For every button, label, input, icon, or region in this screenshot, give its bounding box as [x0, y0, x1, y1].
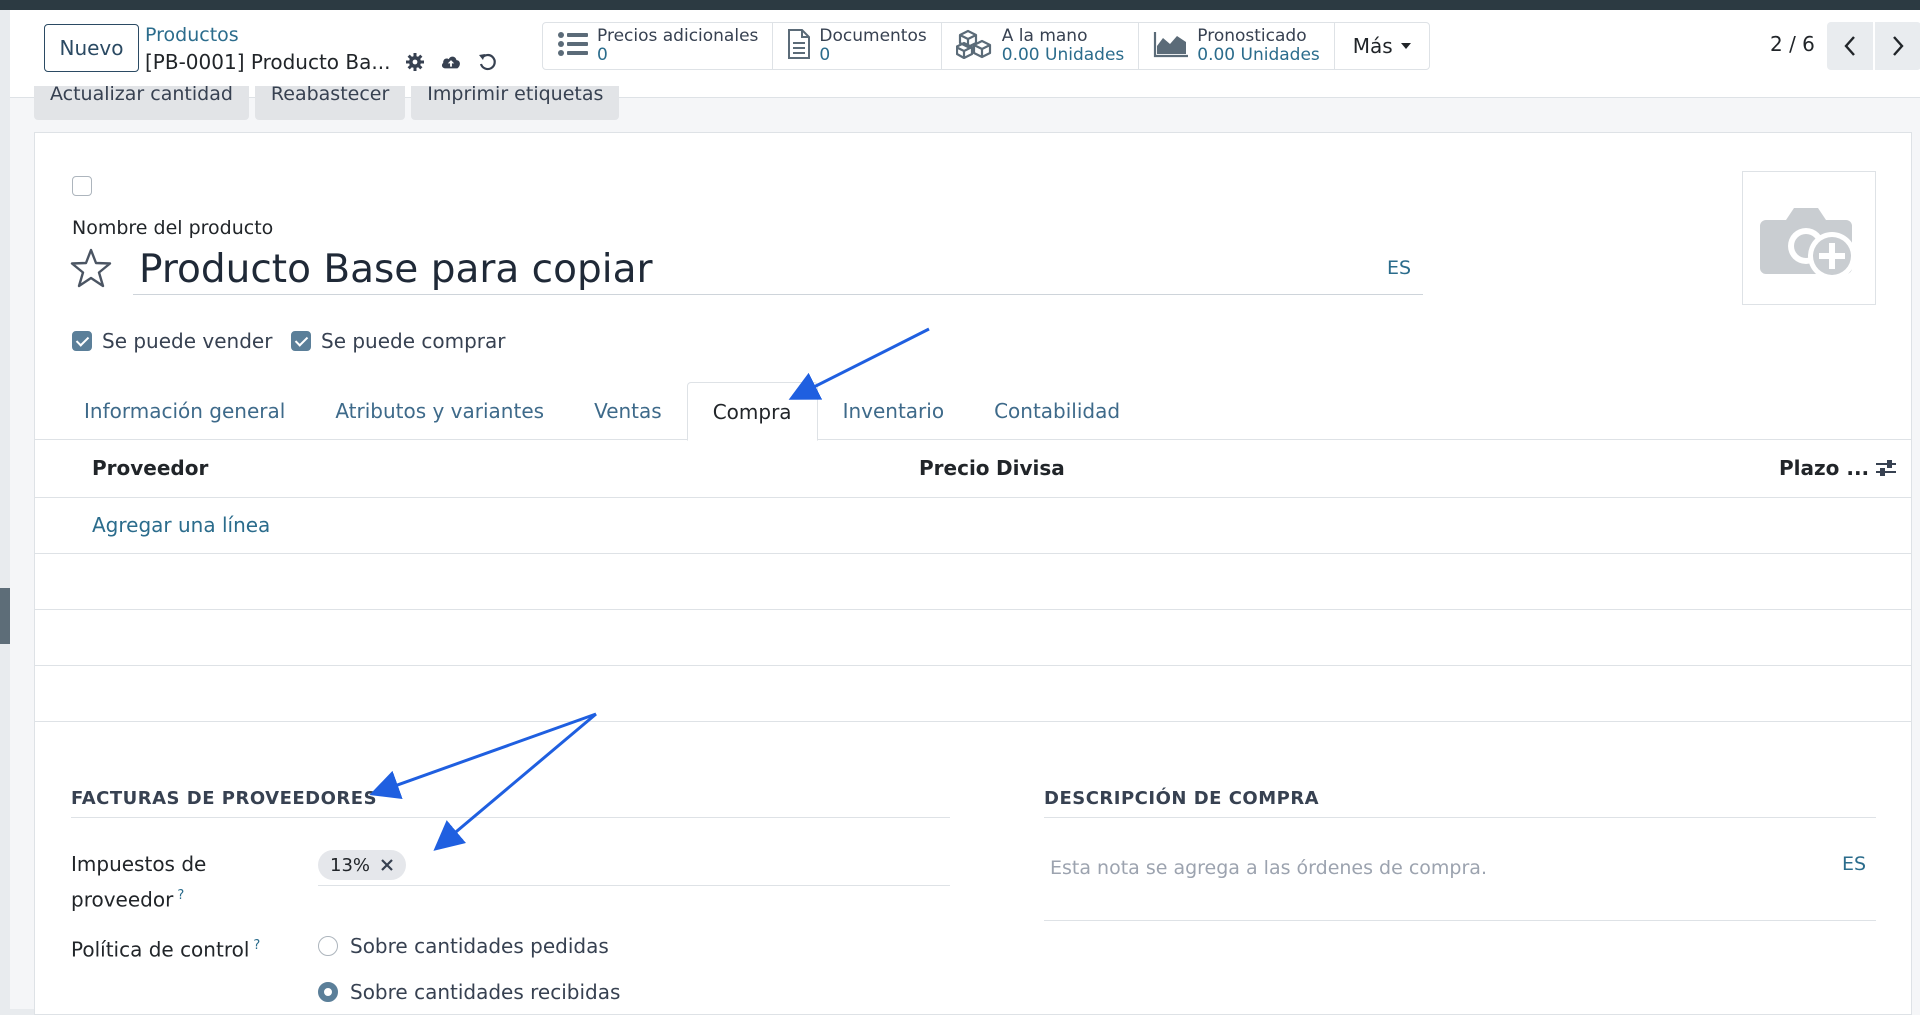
discard-undo-icon[interactable]: [476, 51, 498, 73]
update-quantity-button[interactable]: Actualizar cantidad: [34, 86, 249, 120]
chevron-right-icon: [1893, 36, 1904, 56]
purchase-description-section-title: DESCRIPCIÓN DE COMPRA: [1044, 788, 1876, 818]
product-image-upload[interactable]: [1742, 171, 1876, 305]
table-row: [35, 666, 1911, 722]
breadcrumb: Productos [PB-0001] Producto Ba...: [145, 24, 498, 75]
tab-accounting[interactable]: Contabilidad: [969, 382, 1145, 440]
can-be-purchased-label: Se puede comprar: [321, 329, 506, 353]
table-row: Agregar una línea: [35, 498, 1911, 554]
product-name-value: Producto Base para copiar: [139, 247, 653, 292]
can-be-sold-toggle[interactable]: Se puede vender: [72, 329, 272, 353]
radio-on-received-quantities[interactable]: Sobre cantidades recibidas: [318, 980, 620, 1004]
purchase-description-placeholder: Esta nota se agrega a las órdenes de com…: [1050, 857, 1487, 879]
product-name-label: Nombre del producto: [72, 217, 274, 239]
tab-inventory[interactable]: Inventario: [818, 382, 970, 440]
add-line-link[interactable]: Agregar una línea: [92, 513, 270, 537]
document-icon: [787, 29, 811, 63]
smart-buttons: Precios adicionales 0 Documentos 0 A la …: [542, 22, 1430, 70]
status-button-label: Reabastecer: [270, 86, 390, 105]
purchase-description-input[interactable]: Esta nota se agrega a las órdenes de com…: [1044, 833, 1876, 921]
smart-button-value: 0: [819, 45, 831, 65]
area-chart-icon: [1153, 30, 1189, 62]
optional-columns-toggle[interactable]: [1875, 458, 1897, 483]
vendor-taxes-label-line1: Impuestos de: [71, 852, 207, 876]
print-labels-button[interactable]: Imprimir etiquetas: [411, 86, 620, 120]
smart-button-forecasted[interactable]: Pronosticado 0.00 Unidades: [1139, 23, 1335, 69]
can-be-sold-label: Se puede vender: [102, 329, 273, 353]
form-tabs: Información general Atributos y variante…: [35, 382, 1911, 441]
translate-language-button[interactable]: ES: [1842, 853, 1866, 875]
table-row: [35, 610, 1911, 666]
cloud-upload-icon[interactable]: [440, 51, 462, 73]
left-strip-marker: [0, 588, 10, 644]
tab-general-information[interactable]: Información general: [59, 382, 310, 440]
pager-next-button[interactable]: [1875, 22, 1920, 70]
vendor-taxes-label-line2: proveedor: [71, 887, 174, 912]
smart-button-value: 0.00 Unidades: [1001, 45, 1125, 65]
smart-button-label: Pronosticado: [1197, 26, 1307, 46]
gear-icon[interactable]: [404, 51, 426, 73]
caret-down-icon: [1400, 43, 1411, 49]
list-icon: [557, 31, 589, 61]
radio-label: Sobre cantidades pedidas: [350, 934, 609, 958]
breadcrumb-current: [PB-0001] Producto Ba...: [145, 50, 391, 74]
more-button-label: Más: [1352, 34, 1393, 58]
more-dropdown-button[interactable]: Más: [1335, 23, 1429, 69]
status-button-label: Imprimir etiquetas: [427, 86, 604, 105]
column-header-lead-time[interactable]: Plazo ...: [1779, 456, 1869, 480]
chevron-left-icon: [1844, 36, 1855, 56]
column-header-currency[interactable]: Divisa: [996, 456, 1065, 480]
smart-button-on-hand[interactable]: A la mano 0.00 Unidades: [942, 23, 1140, 69]
smart-button-documents[interactable]: Documentos 0: [773, 23, 942, 69]
table-row: [35, 554, 1911, 610]
remove-tag-icon[interactable]: [380, 858, 394, 872]
star-favorite-icon[interactable]: [70, 247, 112, 289]
camera-add-icon: [1760, 208, 1856, 280]
smart-button-label: Documentos: [819, 26, 927, 46]
translate-language-button[interactable]: ES: [1387, 257, 1411, 279]
status-button-label: Actualizar cantidad: [50, 86, 233, 105]
vendor-taxes-label: Impuestos de proveedor?: [71, 849, 206, 916]
breadcrumb-parent-link[interactable]: Productos: [145, 24, 498, 46]
smart-button-value: 0: [597, 45, 608, 65]
pager-previous-button[interactable]: [1827, 22, 1873, 70]
product-name-input[interactable]: Producto Base para copiar ES: [133, 243, 1423, 295]
radio-on-ordered-quantities[interactable]: Sobre cantidades pedidas: [318, 934, 609, 958]
tab-sales[interactable]: Ventas: [569, 382, 687, 440]
radio-button-selected[interactable]: [318, 982, 338, 1002]
control-policy-label: Política de control?: [71, 930, 260, 966]
control-panel: Nuevo Productos [PB-0001] Producto Ba...: [10, 10, 1920, 98]
smart-button-value: 0.00 Unidades: [1197, 45, 1320, 65]
select-checkbox[interactable]: [72, 176, 92, 196]
column-header-vendor[interactable]: Proveedor: [92, 456, 208, 480]
vendor-list-header: Proveedor Precio Divisa Plazo ...: [35, 440, 1911, 498]
sliders-icon: [1876, 460, 1896, 476]
can-be-purchased-checkbox[interactable]: [291, 331, 311, 351]
help-tooltip-icon[interactable]: ?: [177, 888, 184, 903]
status-buttons: Actualizar cantidad Reabastecer Imprimir…: [34, 86, 620, 120]
can-be-sold-checkbox[interactable]: [72, 331, 92, 351]
smart-button-extra-prices[interactable]: Precios adicionales 0: [543, 23, 774, 69]
control-policy-label-text: Política de control: [71, 937, 250, 962]
tab-attributes-variants[interactable]: Atributos y variantes: [310, 382, 569, 440]
help-tooltip-icon[interactable]: ?: [253, 938, 260, 953]
tax-tag-label: 13%: [330, 854, 371, 876]
top-dark-bar: [0, 0, 1920, 10]
smart-button-label: A la mano: [1001, 26, 1088, 46]
vendor-taxes-input[interactable]: 13%: [318, 848, 950, 886]
new-button[interactable]: Nuevo: [44, 24, 139, 72]
column-header-price[interactable]: Precio: [919, 456, 990, 480]
radio-label: Sobre cantidades recibidas: [350, 980, 621, 1004]
bottom-strip: [10, 1009, 34, 1015]
can-be-purchased-toggle[interactable]: Se puede comprar: [291, 329, 506, 353]
radio-button[interactable]: [318, 936, 338, 956]
tab-purchase[interactable]: Compra: [686, 382, 818, 441]
left-sidebar-strip: [0, 10, 10, 1015]
pager-value: 2 / 6: [1770, 32, 1815, 56]
cubes-icon: [954, 29, 994, 63]
replenish-button[interactable]: Reabastecer: [254, 86, 406, 120]
smart-button-label: Precios adicionales: [597, 26, 759, 46]
vendor-bills-section-title: FACTURAS DE PROVEEDORES: [71, 788, 950, 818]
tax-tag: 13%: [318, 850, 407, 880]
